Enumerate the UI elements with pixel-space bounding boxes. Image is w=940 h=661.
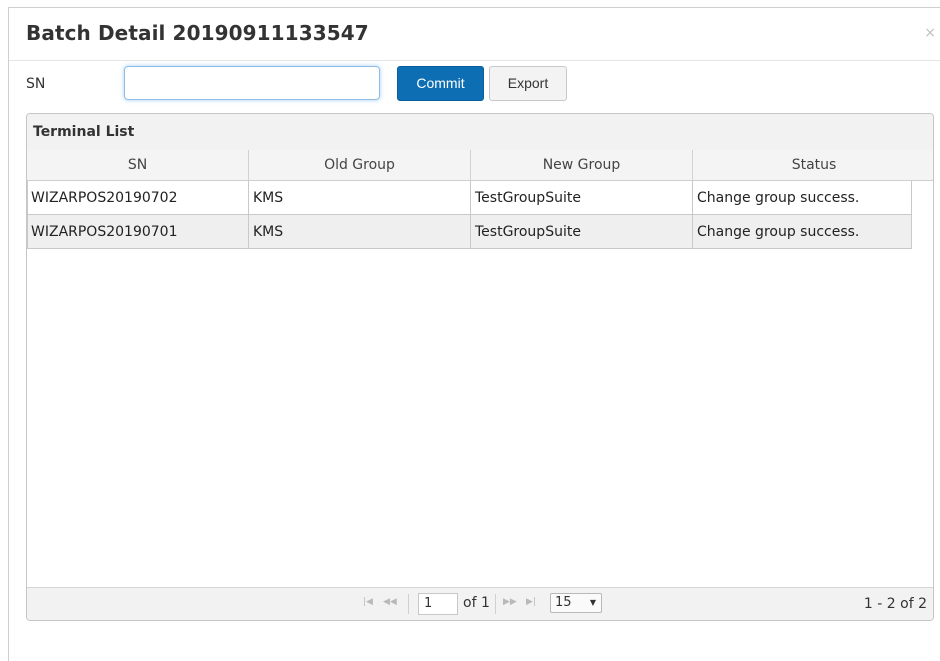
grid-caption-text: Terminal List <box>33 124 135 140</box>
commit-button[interactable]: Commit <box>397 66 484 101</box>
next-page-icon[interactable]: ▶▶ <box>503 597 517 607</box>
cell-status: Change group success. <box>693 215 912 248</box>
close-icon[interactable]: × <box>924 25 936 41</box>
cell-new-group: TestGroupSuite <box>471 215 693 248</box>
cell-new-group: TestGroupSuite <box>471 181 693 214</box>
sn-label: SN <box>26 76 46 92</box>
record-count: 1 - 2 of 2 <box>863 596 927 612</box>
page-of-label: of 1 <box>463 595 490 611</box>
terminal-list-grid: Terminal List SN Old Group New Group Sta… <box>26 113 934 621</box>
page-number-input[interactable]: 1 <box>418 593 458 615</box>
pager-separator <box>408 594 409 614</box>
column-header-sn[interactable]: SN <box>27 150 249 180</box>
sn-input[interactable] <box>124 66 380 100</box>
cell-sn: WIZARPOS20190702 <box>27 181 249 214</box>
cell-sn: WIZARPOS20190701 <box>27 215 249 248</box>
dialog-header: Batch Detail 20190911133547 × <box>9 8 940 61</box>
column-header-new-group[interactable]: New Group <box>471 150 693 180</box>
chevron-down-icon: ▼ <box>589 598 596 607</box>
pager: |◀ ◀◀ 1 of 1 ▶▶ ▶| 15 ▼ 1 - 2 of 2 <box>27 587 933 620</box>
column-header-row: SN Old Group New Group Status <box>27 150 933 181</box>
page-size-select[interactable]: 15 ▼ <box>550 593 602 613</box>
grid-rows: WIZARPOS20190702 KMS TestGroupSuite Chan… <box>27 181 912 249</box>
cell-old-group: KMS <box>249 215 471 248</box>
page-size-value: 15 <box>555 595 572 610</box>
column-header-old-group[interactable]: Old Group <box>249 150 471 180</box>
table-row[interactable]: WIZARPOS20190702 KMS TestGroupSuite Chan… <box>27 181 912 215</box>
table-row[interactable]: WIZARPOS20190701 KMS TestGroupSuite Chan… <box>27 215 912 249</box>
cell-status: Change group success. <box>693 181 912 214</box>
grid-caption: Terminal List <box>27 114 933 151</box>
first-page-icon[interactable]: |◀ <box>363 597 373 607</box>
export-button[interactable]: Export <box>489 66 567 101</box>
column-header-status[interactable]: Status <box>693 150 933 180</box>
dialog-title: Batch Detail 20190911133547 <box>26 21 369 45</box>
batch-detail-dialog: Batch Detail 20190911133547 × SN Commit … <box>8 7 940 661</box>
pager-separator <box>495 594 496 614</box>
prev-page-icon[interactable]: ◀◀ <box>383 597 397 607</box>
rows-left-border <box>27 181 28 249</box>
cell-old-group: KMS <box>249 181 471 214</box>
last-page-icon[interactable]: ▶| <box>526 597 536 607</box>
